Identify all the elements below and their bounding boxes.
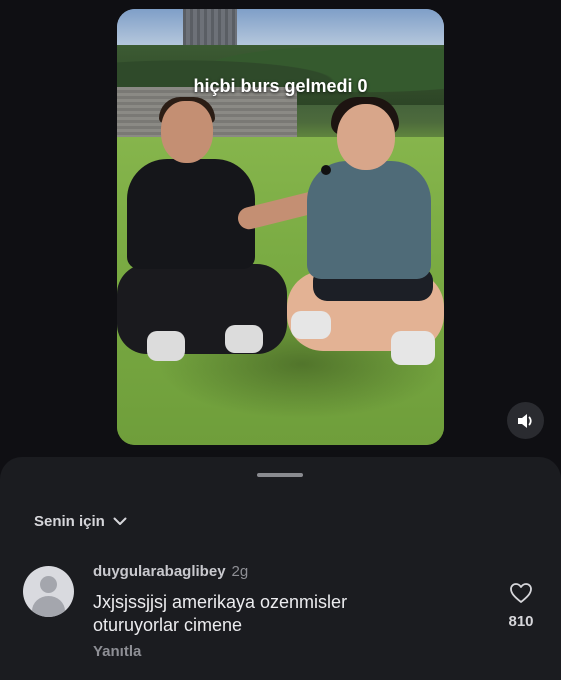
comment-sort-dropdown[interactable]: Senin için (34, 513, 127, 530)
mute-toggle-button[interactable] (507, 402, 544, 439)
person-right-shoe (291, 311, 331, 339)
video-player[interactable]: hiçbi burs gelmedi 0 (117, 9, 444, 445)
person-right-head (337, 104, 395, 170)
person-right-shoe (391, 331, 435, 365)
like-button[interactable]: 810 (500, 582, 542, 630)
like-count: 810 (508, 613, 534, 630)
comments-sheet: Senin için (0, 457, 561, 680)
person-left-head (161, 101, 213, 163)
comment-timestamp: 2g (231, 563, 249, 580)
app-screen: hiçbi burs gelmedi 0 Senin için duygular… (0, 0, 561, 680)
video-caption: hiçbi burs gelmedi 0 (193, 76, 368, 96)
comment-text: Jxjsjssjjsj amerikaya ozenmisler oturuyo… (93, 592, 348, 635)
avatar[interactable] (23, 566, 74, 617)
sheet-drag-handle[interactable] (257, 473, 303, 477)
comment-username[interactable]: duygularabaglibey (93, 563, 226, 580)
comment-header: duygularabaglibey 2g (93, 563, 248, 580)
person-right-torso (307, 161, 431, 279)
comment-sort-label: Senin için (34, 513, 105, 530)
reply-button[interactable]: Yanıtla (93, 643, 141, 660)
avatar-placeholder-body (32, 596, 65, 617)
speaker-icon (517, 413, 532, 428)
person-left-torso (127, 159, 255, 269)
chevron-down-icon (113, 517, 127, 525)
person-left-shoe (225, 325, 263, 353)
person-left-shoe (147, 331, 185, 361)
heart-icon (510, 583, 532, 603)
avatar-placeholder-head (40, 576, 57, 593)
microphone (321, 165, 331, 175)
